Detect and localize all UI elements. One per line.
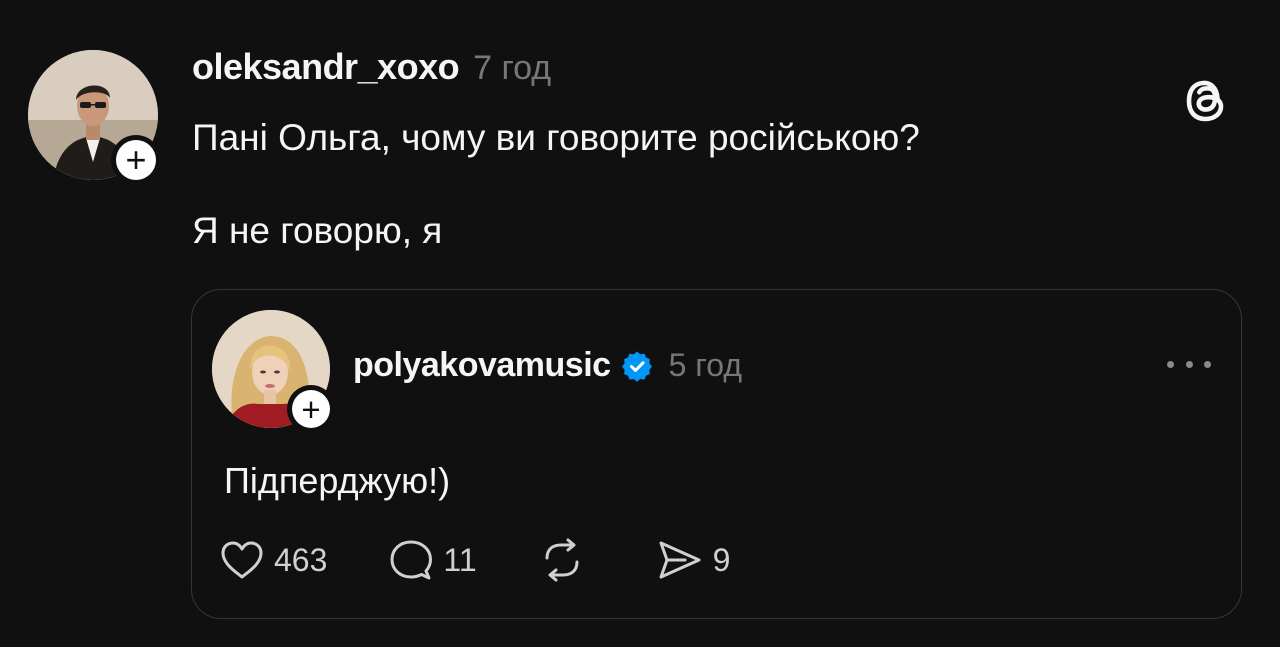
comment-icon — [390, 540, 433, 580]
follow-author-button[interactable]: + — [111, 135, 161, 185]
quoted-post-card[interactable]: + polyakovamusic 5 год Підперджую!) 463 — [191, 289, 1242, 619]
quoted-author-username[interactable]: polyakovamusic — [353, 346, 611, 385]
post-text-line-1: Пані Ольга, чому ви говорите російською? — [192, 117, 920, 158]
quoted-post-text: Підперджую!) — [224, 460, 451, 501]
reply-button[interactable]: 11 — [389, 539, 477, 581]
share-count: 9 — [712, 541, 731, 578]
plus-icon: + — [116, 140, 156, 180]
post-text-line-2: Я не говорю, я — [192, 210, 443, 251]
send-icon — [659, 541, 701, 579]
threads-logo-icon[interactable] — [1181, 72, 1231, 130]
threads-post-screen: + oleksandr_xoxo 7 год Пані Ольга, чому … — [0, 0, 1280, 647]
post-header: oleksandr_xoxo 7 год — [192, 46, 551, 88]
quoted-post-header: polyakovamusic 5 год — [353, 346, 742, 385]
repost-button[interactable] — [539, 538, 595, 582]
share-button[interactable]: 9 — [657, 539, 731, 581]
more-dots-icon[interactable] — [1167, 356, 1211, 372]
action-bar: 463 11 9 — [220, 538, 730, 582]
post-timestamp: 7 год — [473, 49, 552, 87]
verified-badge-icon — [621, 351, 652, 382]
repost-icon — [545, 538, 579, 582]
plus-icon: + — [292, 390, 330, 428]
follow-quoted-author-button[interactable]: + — [287, 385, 335, 433]
quoted-post-timestamp: 5 год — [668, 347, 742, 383]
reply-count: 11 — [443, 541, 477, 578]
like-button[interactable]: 463 — [220, 540, 327, 580]
heart-icon — [221, 541, 263, 579]
author-username[interactable]: oleksandr_xoxo — [192, 46, 460, 88]
like-count: 463 — [274, 541, 328, 578]
